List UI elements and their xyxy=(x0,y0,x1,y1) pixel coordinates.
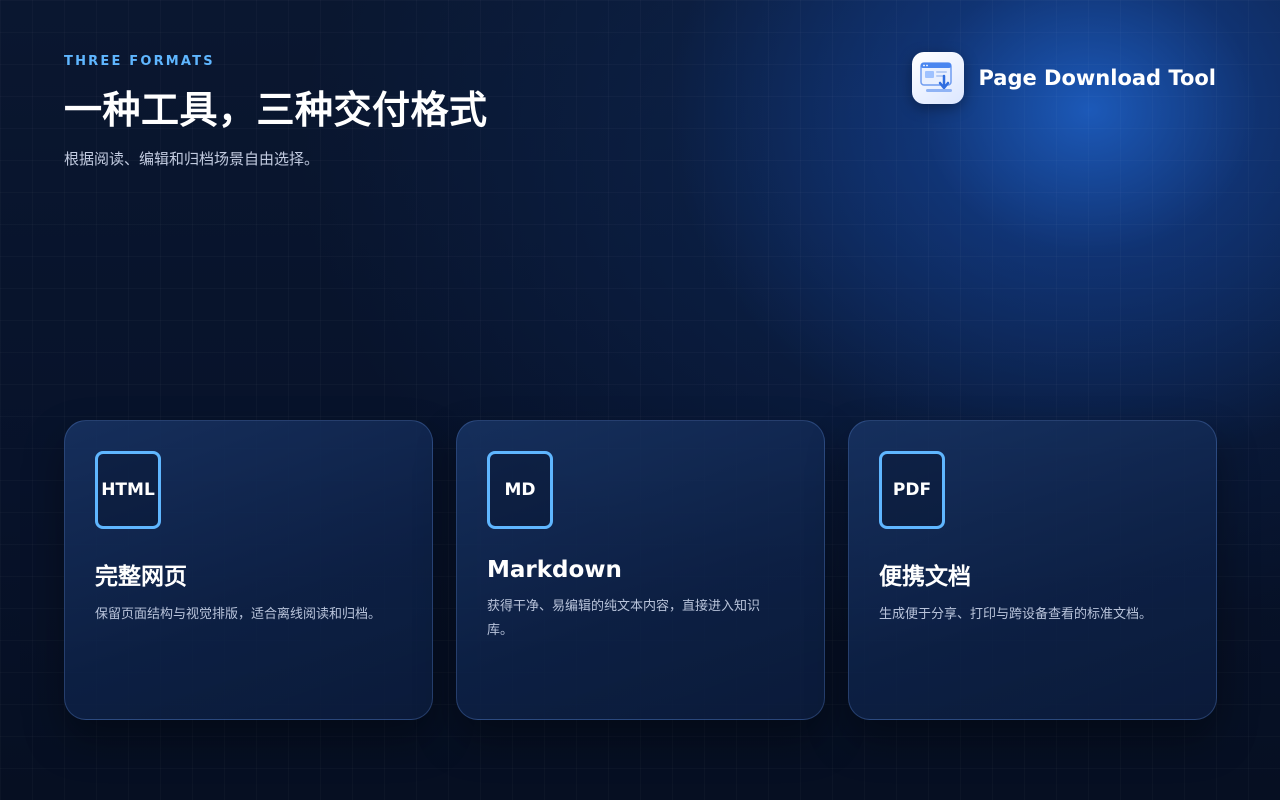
card-description: 生成便于分享、打印与跨设备查看的标准文档。 xyxy=(879,607,1153,622)
card-description: 获得干净、易编辑的纯文本内容，直接进入知识库。 xyxy=(487,599,761,638)
brand: Page Download Tool xyxy=(912,52,1216,104)
brand-name: Page Download Tool xyxy=(978,66,1216,90)
markdown-file-icon: MD xyxy=(487,451,553,529)
card-title: 便携文档 xyxy=(879,564,971,590)
format-card-markdown[interactable]: MD Markdown 获得干净、易编辑的纯文本内容，直接进入知识库。 xyxy=(456,420,825,720)
card-description: 保留页面结构与视觉排版，适合离线阅读和归档。 xyxy=(95,607,382,622)
html-file-icon: HTML xyxy=(95,451,161,529)
eyebrow-label: THREE FORMATS xyxy=(64,54,215,69)
card-title: 完整网页 xyxy=(95,564,187,590)
format-cards: HTML 完整网页 保留页面结构与视觉排版，适合离线阅读和归档。 MD Mark… xyxy=(64,420,1217,720)
format-card-html[interactable]: HTML 完整网页 保留页面结构与视觉排版，适合离线阅读和归档。 xyxy=(64,420,433,720)
format-card-pdf[interactable]: PDF 便携文档 生成便于分享、打印与跨设备查看的标准文档。 xyxy=(848,420,1217,720)
card-title: Markdown xyxy=(487,557,622,583)
pdf-file-icon: PDF xyxy=(879,451,945,529)
page-header: THREE FORMATS 一种工具，三种交付格式 根据阅读、编辑和归档场景自由… xyxy=(64,54,488,169)
page-subtitle: 根据阅读、编辑和归档场景自由选择。 xyxy=(64,150,320,168)
page-title: 一种工具，三种交付格式 xyxy=(64,88,488,132)
app-logo-icon xyxy=(912,52,965,104)
